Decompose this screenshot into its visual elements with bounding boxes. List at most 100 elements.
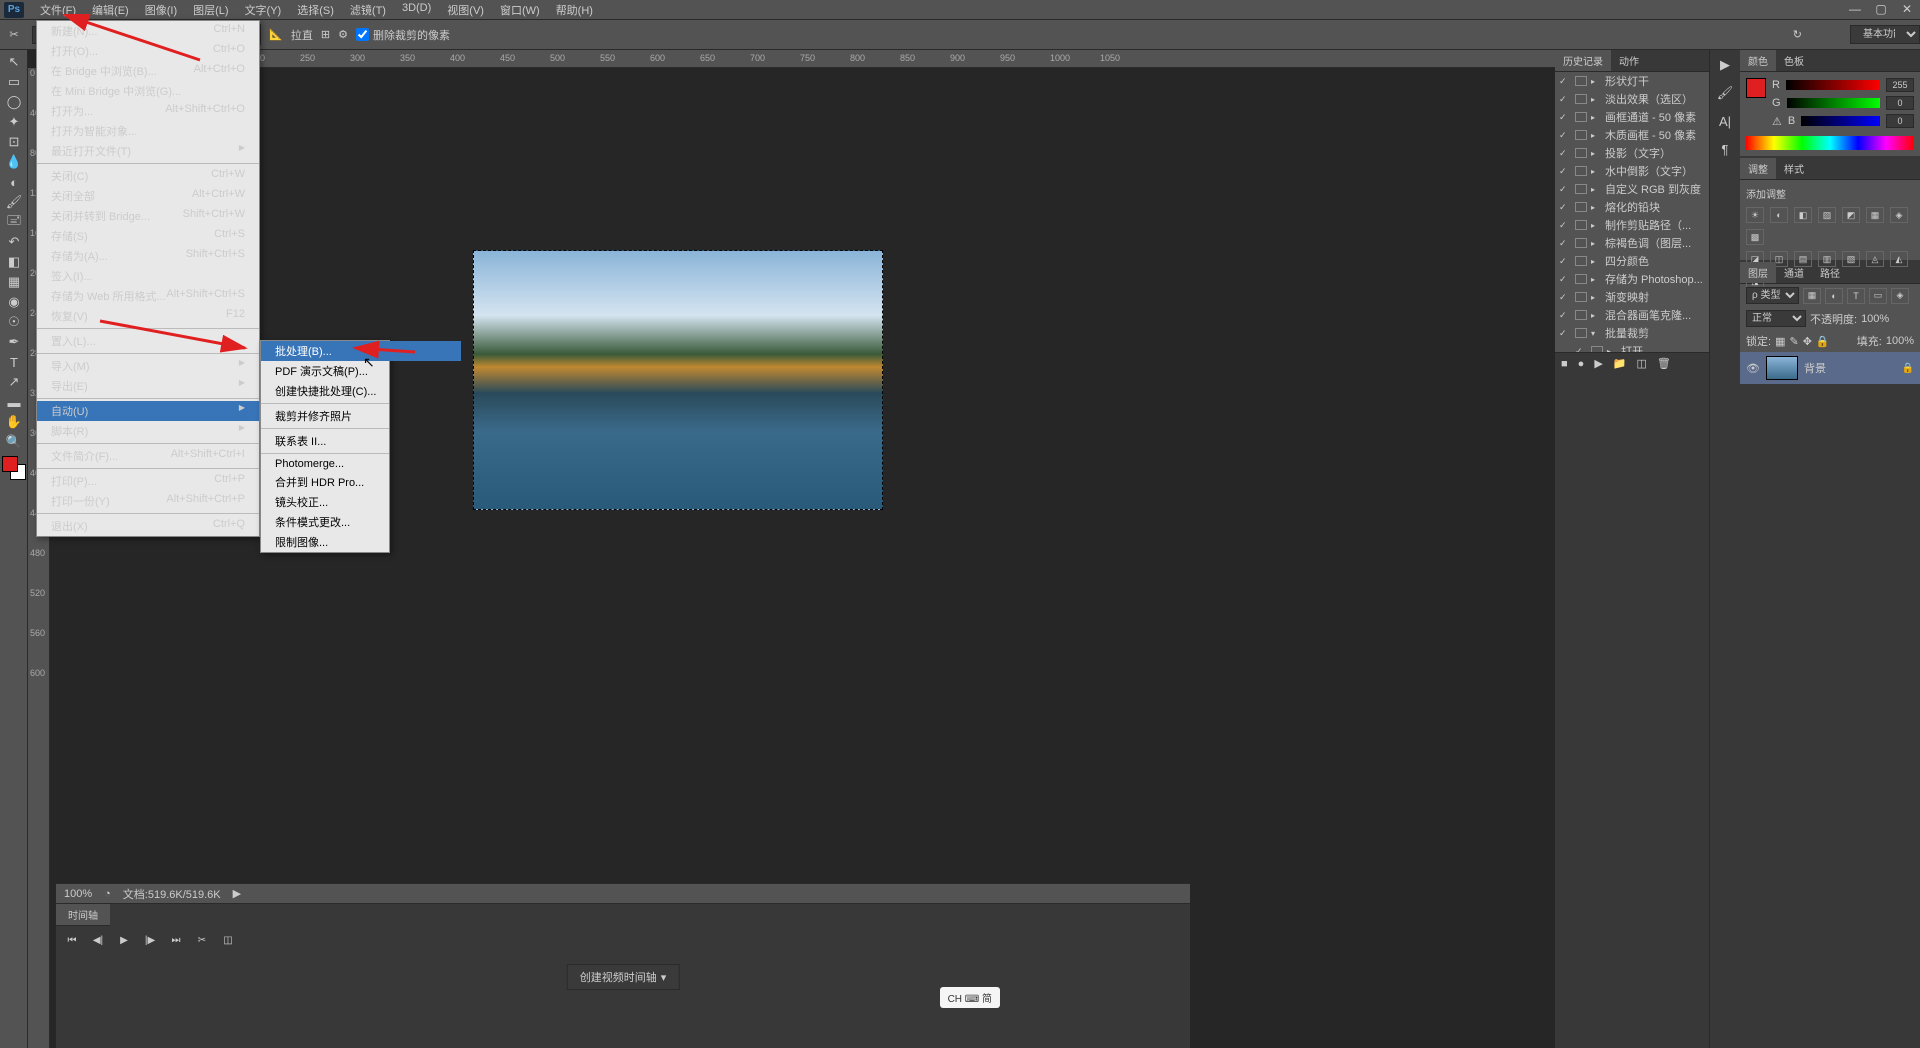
color-spectrum[interactable]: [1746, 136, 1914, 150]
history-brush-tool[interactable]: ↶: [2, 232, 26, 252]
menu-item[interactable]: 脚本(R)▶: [37, 421, 259, 441]
chevron-down-icon[interactable]: ▾: [661, 971, 667, 984]
menu-item[interactable]: 在 Bridge 中浏览(B)...Alt+Ctrl+O: [37, 61, 259, 81]
new-folder-icon[interactable]: 📁: [1613, 357, 1627, 370]
menu-item[interactable]: 退出(X)Ctrl+Q: [37, 516, 259, 536]
color-preview[interactable]: [1746, 78, 1766, 98]
menu-item[interactable]: 打印一份(Y)Alt+Shift+Ctrl+P: [37, 491, 259, 511]
submenu-item[interactable]: Photomerge...: [261, 456, 461, 472]
menu-图像(I)[interactable]: 图像(I): [137, 0, 185, 20]
crop-tool[interactable]: ⊡: [2, 132, 26, 152]
pen-tool[interactable]: ✒: [2, 332, 26, 352]
menu-滤镜(T)[interactable]: 滤镜(T): [342, 0, 394, 20]
menu-item[interactable]: 关闭全部Alt+Ctrl+W: [37, 186, 259, 206]
gradient-tool[interactable]: ▦: [2, 272, 26, 292]
menu-选择(S)[interactable]: 选择(S): [289, 0, 342, 20]
adjust-icon[interactable]: ◧: [1794, 207, 1812, 223]
layer-filter-select[interactable]: ρ 类型: [1746, 287, 1799, 304]
filter-icon[interactable]: ◈: [1891, 288, 1909, 304]
layer-row[interactable]: 👁 背景 🔒: [1740, 352, 1920, 384]
menu-item[interactable]: 存储(S)Ctrl+S: [37, 226, 259, 246]
brush-tool[interactable]: 🖌: [2, 192, 26, 212]
b-slider[interactable]: [1801, 116, 1880, 126]
type-tool[interactable]: T: [2, 352, 26, 372]
blend-mode-select[interactable]: 正常: [1746, 310, 1806, 327]
menu-图层(L)[interactable]: 图层(L): [185, 0, 236, 20]
layer-name[interactable]: 背景: [1804, 360, 1826, 376]
action-item[interactable]: ✓▸水中倒影（文字）: [1555, 162, 1709, 180]
record-icon[interactable]: ●: [1578, 358, 1585, 370]
paths-tab[interactable]: 路径: [1812, 262, 1848, 283]
eyedropper-tool[interactable]: 💧: [2, 152, 26, 172]
submenu-item[interactable]: 联系表 II...: [261, 431, 461, 451]
blur-tool[interactable]: ◉: [2, 292, 26, 312]
move-tool[interactable]: ↖: [2, 52, 26, 72]
foreground-color[interactable]: [2, 456, 18, 472]
menu-文件(F)[interactable]: 文件(F): [32, 0, 84, 20]
adjust-icon[interactable]: ▩: [1746, 229, 1764, 245]
action-item[interactable]: ✓▸熔化的铅块: [1555, 198, 1709, 216]
styles-tab[interactable]: 样式: [1776, 158, 1812, 179]
minimize-button[interactable]: —: [1846, 2, 1864, 16]
action-item[interactable]: ✓▸画框通道 - 50 像素: [1555, 108, 1709, 126]
r-slider[interactable]: [1786, 80, 1880, 90]
close-button[interactable]: ✕: [1898, 2, 1916, 16]
menu-item[interactable]: 存储为(A)...Shift+Ctrl+S: [37, 246, 259, 266]
menu-item[interactable]: 打开为...Alt+Shift+Ctrl+O: [37, 101, 259, 121]
lock-icon[interactable]: ✎: [1789, 335, 1798, 348]
visibility-icon[interactable]: 👁: [1746, 362, 1760, 375]
channels-tab[interactable]: 通道: [1776, 262, 1812, 283]
transition-icon[interactable]: ◫: [220, 932, 236, 948]
menu-item[interactable]: 关闭(C)Ctrl+W: [37, 166, 259, 186]
stop-icon[interactable]: ■: [1561, 358, 1568, 370]
action-item[interactable]: ✓▸投影（文字）: [1555, 144, 1709, 162]
workspace-preset[interactable]: 基本功能: [1850, 25, 1920, 44]
grid-icon[interactable]: ⊞: [321, 28, 330, 41]
menu-item[interactable]: 关闭并转到 Bridge...Shift+Ctrl+W: [37, 206, 259, 226]
actions-list[interactable]: ✓▸形状灯干✓▸淡出效果（选区）✓▸画框通道 - 50 像素✓▸木质画框 - 5…: [1555, 72, 1709, 352]
opacity-value[interactable]: 100%: [1861, 313, 1889, 325]
play-icon[interactable]: ▶: [116, 932, 132, 948]
submenu-item[interactable]: 批处理(B)...: [261, 341, 461, 361]
g-slider[interactable]: [1787, 98, 1880, 108]
menu-item[interactable]: 导出(E)▶: [37, 376, 259, 396]
zoom-icon[interactable]: ◔: [104, 888, 111, 900]
delete-crop-checkbox[interactable]: 删除裁剪的像素: [356, 27, 450, 43]
action-item[interactable]: ✓▸形状灯干: [1555, 72, 1709, 90]
create-timeline-button[interactable]: 创建视频时间轴▾: [567, 964, 680, 990]
menu-item[interactable]: 存储为 Web 所用格式...Alt+Shift+Ctrl+S: [37, 286, 259, 306]
auto-submenu-dropdown[interactable]: 批处理(B)...PDF 演示文稿(P)...创建快捷批处理(C)...裁剪并修…: [260, 340, 390, 553]
menu-item[interactable]: 打印(P)...Ctrl+P: [37, 471, 259, 491]
color-swatch[interactable]: [2, 456, 26, 480]
zoom-tool[interactable]: 🔍: [2, 432, 26, 452]
goto-end-icon[interactable]: ⏭: [168, 932, 184, 948]
menu-item[interactable]: 导入(M)▶: [37, 356, 259, 376]
menu-3D(D)[interactable]: 3D(D): [394, 0, 439, 20]
history-tab[interactable]: 历史记录: [1555, 50, 1611, 71]
actions-tab[interactable]: 动作: [1611, 50, 1647, 71]
document-image[interactable]: [473, 250, 883, 510]
b-value[interactable]: 0: [1886, 114, 1914, 128]
menu-item[interactable]: 签入(I)...: [37, 266, 259, 286]
submenu-item[interactable]: PDF 演示文稿(P)...: [261, 361, 461, 381]
gear-icon[interactable]: ⚙: [338, 28, 348, 41]
timeline-tab[interactable]: 时间轴: [56, 904, 110, 926]
lock-icon[interactable]: ✥: [1803, 335, 1812, 348]
chevron-right-icon[interactable]: ▶: [233, 887, 241, 900]
play-vtab-icon[interactable]: ▶: [1714, 54, 1736, 76]
lock-icon[interactable]: ▦: [1775, 335, 1785, 348]
action-item[interactable]: ✓▸渐变映射: [1555, 288, 1709, 306]
brush-vtab-icon[interactable]: 🖌: [1714, 82, 1736, 104]
menu-item[interactable]: 自动(U)▶: [37, 401, 259, 421]
adjustments-tab[interactable]: 调整: [1740, 158, 1776, 179]
menu-item[interactable]: 在 Mini Bridge 中浏览(G)...: [37, 81, 259, 101]
para-vtab-icon[interactable]: ¶: [1714, 138, 1736, 160]
menu-item[interactable]: 打开(O)...Ctrl+O: [37, 41, 259, 61]
lock-icon[interactable]: 🔒: [1902, 363, 1914, 374]
action-item[interactable]: ✓▾批量裁剪: [1555, 324, 1709, 342]
submenu-item[interactable]: 合并到 HDR Pro...: [261, 472, 461, 492]
menu-item[interactable]: 置入(L)...: [37, 331, 259, 351]
action-item[interactable]: ✓▸混合器画笔克隆...: [1555, 306, 1709, 324]
stamp-tool[interactable]: 🖃: [2, 212, 26, 232]
zoom-level[interactable]: 100%: [64, 888, 92, 900]
